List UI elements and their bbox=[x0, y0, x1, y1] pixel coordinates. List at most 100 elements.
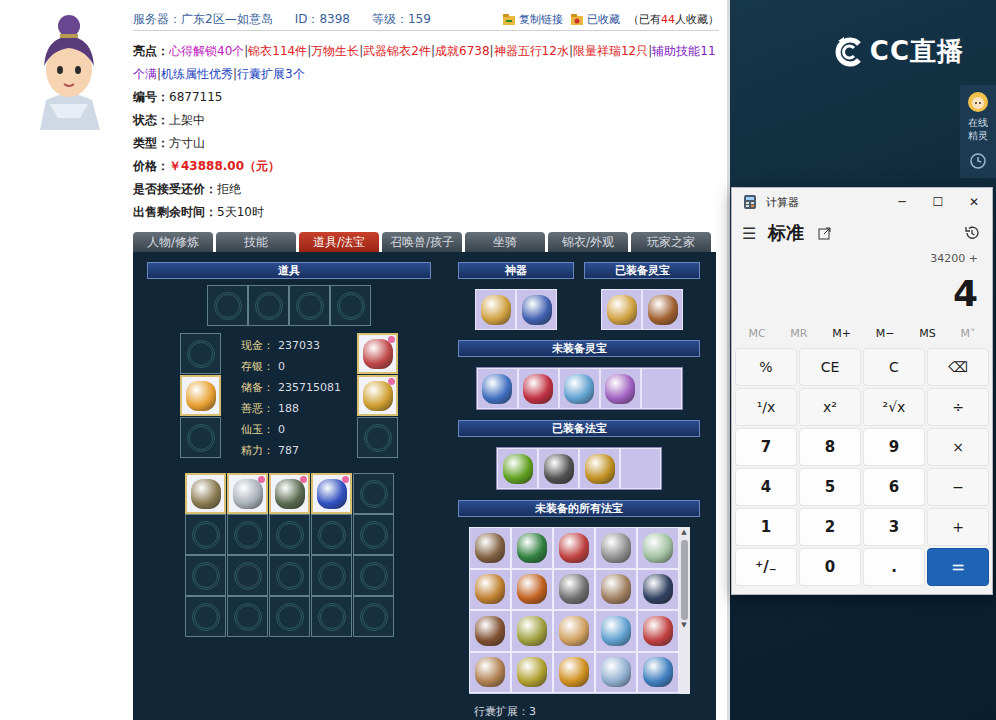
calc-key[interactable]: % bbox=[735, 348, 797, 386]
calc-key[interactable]: ¹/x bbox=[735, 388, 797, 426]
calc-key[interactable]: ⁺/₋ bbox=[735, 548, 797, 586]
memory-button[interactable]: M+ bbox=[832, 327, 851, 340]
minimize-button[interactable]: ─ bbox=[884, 195, 920, 209]
equip-slot[interactable] bbox=[180, 375, 221, 416]
fabao-slot[interactable] bbox=[595, 569, 637, 611]
fabao-slot[interactable] bbox=[579, 448, 620, 489]
fabao-slot[interactable] bbox=[620, 448, 661, 489]
bag-slot[interactable] bbox=[353, 596, 394, 637]
lingbao-slot[interactable] bbox=[600, 368, 641, 409]
keep-on-top-icon[interactable] bbox=[818, 226, 832, 240]
equip-slot[interactable] bbox=[357, 333, 398, 374]
fabao-slot[interactable] bbox=[469, 527, 511, 569]
history-icon[interactable] bbox=[964, 225, 980, 241]
calc-key[interactable]: 9 bbox=[863, 428, 925, 466]
copy-link[interactable]: 复制链接 bbox=[503, 12, 563, 27]
calc-key[interactable]: 6 bbox=[863, 468, 925, 506]
fabao-slot[interactable] bbox=[637, 610, 679, 652]
fabao-slot[interactable] bbox=[538, 448, 579, 489]
memory-button[interactable]: MS bbox=[919, 327, 935, 340]
fabao-slot[interactable] bbox=[511, 652, 553, 694]
bag-slot[interactable] bbox=[185, 596, 226, 637]
scrollbar[interactable]: ▲▼ bbox=[679, 527, 690, 694]
lingbao-slot[interactable] bbox=[559, 368, 600, 409]
tab[interactable]: 道具/法宝 bbox=[299, 232, 379, 252]
calc-key[interactable]: 2 bbox=[799, 508, 861, 546]
maximize-button[interactable]: ☐ bbox=[920, 195, 956, 209]
equip-slot[interactable] bbox=[289, 285, 330, 326]
calc-key[interactable]: CE bbox=[799, 348, 861, 386]
calc-key[interactable]: 8 bbox=[799, 428, 861, 466]
calc-key[interactable]: 1 bbox=[735, 508, 797, 546]
calc-key[interactable]: 4 bbox=[735, 468, 797, 506]
fabao-slot[interactable] bbox=[553, 652, 595, 694]
bag-slot[interactable] bbox=[353, 473, 394, 514]
fabao-slot[interactable] bbox=[595, 652, 637, 694]
calc-key[interactable]: ÷ bbox=[927, 388, 989, 426]
bag-slot[interactable] bbox=[269, 596, 310, 637]
bag-slot[interactable] bbox=[227, 514, 268, 555]
fabao-slot[interactable] bbox=[595, 610, 637, 652]
calc-key[interactable]: C bbox=[863, 348, 925, 386]
calc-key[interactable]: − bbox=[927, 468, 989, 506]
bag-slot[interactable] bbox=[269, 555, 310, 596]
equip-slot[interactable] bbox=[180, 417, 221, 458]
lingbao-slot[interactable] bbox=[601, 289, 642, 330]
calc-key[interactable]: x² bbox=[799, 388, 861, 426]
fabao-slot[interactable] bbox=[637, 527, 679, 569]
equip-slot[interactable] bbox=[357, 417, 398, 458]
bag-slot[interactable] bbox=[311, 514, 352, 555]
calc-key[interactable]: + bbox=[927, 508, 989, 546]
bag-slot[interactable] bbox=[269, 514, 310, 555]
close-button[interactable]: ✕ bbox=[956, 195, 992, 209]
fabao-slot[interactable] bbox=[553, 569, 595, 611]
calc-key[interactable]: 7 bbox=[735, 428, 797, 466]
bag-slot[interactable] bbox=[227, 596, 268, 637]
fabao-slot[interactable] bbox=[469, 610, 511, 652]
memory-button[interactable]: MC bbox=[748, 327, 765, 340]
tab[interactable]: 技能 bbox=[216, 232, 296, 252]
fabao-slot[interactable] bbox=[511, 527, 553, 569]
bag-slot[interactable] bbox=[185, 514, 226, 555]
calc-key[interactable]: ⌫ bbox=[927, 348, 989, 386]
fabao-slot[interactable] bbox=[511, 610, 553, 652]
fabao-slot[interactable] bbox=[595, 527, 637, 569]
fabao-slot[interactable] bbox=[469, 652, 511, 694]
calc-key[interactable]: 3 bbox=[863, 508, 925, 546]
fabao-slot[interactable] bbox=[497, 448, 538, 489]
calc-key[interactable]: ²√x bbox=[863, 388, 925, 426]
calc-key[interactable]: . bbox=[863, 548, 925, 586]
fabao-slot[interactable] bbox=[553, 610, 595, 652]
equip-slot[interactable] bbox=[207, 285, 248, 326]
fabao-slot[interactable] bbox=[637, 569, 679, 611]
bag-slot[interactable] bbox=[185, 473, 226, 514]
tab[interactable]: 锦衣/外观 bbox=[548, 232, 628, 252]
online-helper[interactable]: 在线精灵 bbox=[960, 85, 996, 178]
bag-slot[interactable] bbox=[311, 473, 352, 514]
artifact-slot[interactable] bbox=[516, 289, 557, 330]
memory-button[interactable]: M˅ bbox=[961, 327, 976, 340]
bag-slot[interactable] bbox=[227, 473, 268, 514]
calc-key[interactable]: × bbox=[927, 428, 989, 466]
memory-button[interactable]: M− bbox=[876, 327, 895, 340]
calc-key[interactable]: 5 bbox=[799, 468, 861, 506]
collect-button[interactable]: 已收藏 bbox=[571, 12, 620, 27]
lingbao-slot[interactable] bbox=[518, 368, 559, 409]
bag-slot[interactable] bbox=[353, 555, 394, 596]
bag-slot[interactable] bbox=[185, 555, 226, 596]
tab[interactable]: 人物/修炼 bbox=[133, 232, 213, 252]
menu-button[interactable]: ☰ bbox=[742, 224, 756, 243]
equip-slot[interactable] bbox=[357, 375, 398, 416]
fabao-slot[interactable] bbox=[511, 569, 553, 611]
tab[interactable]: 召唤兽/孩子 bbox=[382, 232, 462, 252]
lingbao-slot[interactable] bbox=[642, 289, 683, 330]
tab[interactable]: 玩家之家 bbox=[631, 232, 711, 252]
bag-slot[interactable] bbox=[353, 514, 394, 555]
bag-slot[interactable] bbox=[311, 596, 352, 637]
lingbao-slot[interactable] bbox=[641, 368, 682, 409]
fabao-slot[interactable] bbox=[553, 527, 595, 569]
memory-button[interactable]: MR bbox=[790, 327, 807, 340]
fabao-slot[interactable] bbox=[637, 652, 679, 694]
fabao-slot[interactable] bbox=[469, 569, 511, 611]
calc-key[interactable]: = bbox=[927, 548, 989, 586]
